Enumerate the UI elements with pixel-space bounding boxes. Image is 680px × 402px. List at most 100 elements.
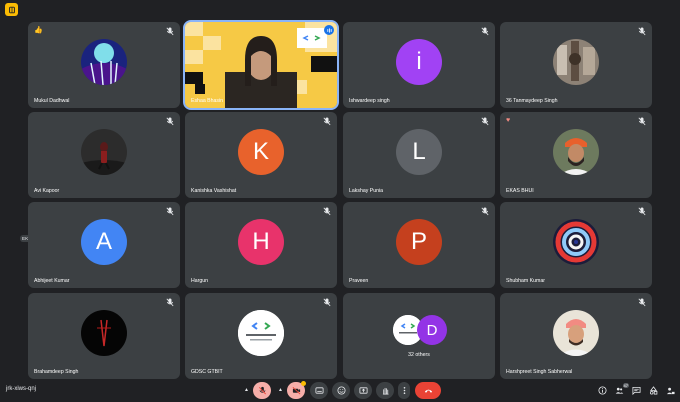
mic-off-icon — [638, 117, 646, 126]
mic-off-icon — [323, 298, 331, 307]
participant-name: Eshaa Bhasin — [191, 98, 224, 104]
avatar — [553, 39, 599, 85]
mic-off-icon — [638, 298, 646, 307]
participant-name: EKAS BHUI — [506, 188, 534, 194]
leave-call-button[interactable] — [415, 382, 441, 399]
avatar — [81, 310, 127, 356]
participant-name: GDSC GTBIT — [191, 369, 223, 375]
mic-off-icon — [258, 386, 266, 395]
avatar — [81, 39, 127, 85]
mic-off-icon — [166, 117, 174, 126]
participant-tile[interactable]: ♥ EKAS BHUI — [500, 112, 652, 198]
participant-tile[interactable]: P Praveen — [343, 202, 495, 288]
mic-off-icon — [166, 27, 174, 36]
lock-person-icon — [666, 387, 675, 395]
camera-toggle-button[interactable] — [287, 381, 306, 399]
participant-name: Hargun — [191, 278, 209, 284]
participant-name: Harshpreet Singh Sabherwal — [506, 369, 573, 375]
participant-name: Avi Kapoor — [34, 188, 60, 194]
participant-tile[interactable]: A Abhijeet Kumar — [28, 202, 180, 288]
mic-off-icon — [638, 27, 646, 36]
others-avatars: D — [393, 314, 453, 346]
hang-up-icon — [424, 389, 432, 393]
hand-icon — [382, 387, 389, 395]
present-icon — [358, 387, 368, 394]
participant-tile[interactable]: H Hargun — [185, 202, 337, 288]
participant-count-badge: 47 — [622, 383, 629, 388]
speaking-indicator-icon — [324, 25, 334, 35]
meeting-controls-bar: jrk-xiws-qnj ▲ ▲ 47 — [0, 380, 680, 402]
mic-off-icon — [481, 27, 489, 36]
shapes-icon — [649, 386, 658, 395]
chat-button[interactable] — [631, 385, 642, 396]
camera-alert-badge — [301, 381, 306, 386]
audio-options-chevron-icon[interactable]: ▲ — [244, 387, 249, 393]
participant-tile[interactable]: Harshpreet Singh Sabherwal — [500, 293, 652, 379]
avatar: A — [81, 219, 127, 265]
others-tile[interactable]: D 32 others — [343, 293, 495, 379]
participant-tile[interactable]: Avi Kapoor — [28, 112, 180, 198]
participant-name: Shubham Kumar — [506, 278, 545, 284]
present-screen-button[interactable] — [354, 382, 372, 399]
avatar — [553, 219, 599, 265]
people-icon — [615, 387, 624, 394]
activities-button[interactable] — [648, 385, 659, 396]
video-options-chevron-icon[interactable]: ▲ — [278, 387, 283, 393]
mic-off-icon — [481, 207, 489, 216]
meet-menu-button[interactable] — [5, 3, 18, 16]
camera-off-icon — [292, 387, 300, 395]
mic-off-icon — [166, 207, 174, 216]
participant-tile[interactable]: 👍 Mukul Dadhwal — [28, 22, 180, 108]
mic-off-icon — [638, 207, 646, 216]
participant-name: Ishwardeep singh — [349, 98, 390, 104]
others-count: 32 others — [408, 352, 430, 358]
mic-off-icon — [323, 207, 331, 216]
microphone-toggle-button[interactable] — [253, 382, 271, 399]
heart-reaction-icon: ♥ — [506, 117, 511, 124]
info-icon — [598, 386, 607, 395]
captions-button[interactable] — [310, 382, 328, 399]
avatar: L — [396, 129, 442, 175]
meeting-details-button[interactable] — [597, 385, 608, 396]
avatar — [553, 129, 599, 175]
avatar: D — [417, 315, 447, 345]
participant-name: Brahamdeep Singh — [34, 369, 79, 375]
app-logo-icon — [8, 6, 15, 13]
thumbs-up-reaction-icon: 👍 — [34, 27, 43, 34]
participant-tile[interactable]: 36 Tanmaydeep Singh — [500, 22, 652, 108]
more-options-button[interactable] — [398, 382, 410, 399]
raise-hand-button[interactable] — [376, 382, 394, 399]
mic-off-icon — [323, 117, 331, 126]
chat-icon — [632, 386, 641, 395]
participant-tile[interactable]: GDSC GTBIT — [185, 293, 337, 379]
participant-name: 36 Tanmaydeep Singh — [506, 98, 558, 104]
avatar: H — [238, 219, 284, 265]
participant-video — [185, 22, 337, 108]
avatar — [238, 310, 284, 356]
mic-off-icon — [166, 298, 174, 307]
participant-tile[interactable]: i Ishwardeep singh — [343, 22, 495, 108]
mic-off-icon — [481, 117, 489, 126]
participant-name: Lakshay Punia — [349, 188, 384, 194]
captions-icon — [314, 387, 324, 394]
host-controls-button[interactable] — [665, 385, 676, 396]
participant-tile[interactable]: Shubham Kumar — [500, 202, 652, 288]
participant-tile-speaking[interactable]: Eshaa Bhasin — [183, 20, 339, 110]
avatar: K — [238, 129, 284, 175]
participant-tile[interactable]: L Lakshay Punia — [343, 112, 495, 198]
participant-name: Mukul Dadhwal — [34, 98, 70, 104]
emoji-icon — [336, 386, 346, 395]
participant-name: Kanishka Vashishat — [191, 188, 237, 194]
avatar: i — [396, 39, 442, 85]
avatar: P — [396, 219, 442, 265]
avatar — [553, 310, 599, 356]
participant-name: Praveen — [349, 278, 369, 284]
reactions-button[interactable] — [332, 382, 350, 399]
people-button[interactable]: 47 — [614, 383, 629, 396]
participant-tile[interactable]: K Kanishka Vashishat — [185, 112, 337, 198]
meeting-code: jrk-xiws-qnj — [6, 386, 36, 392]
avatar — [81, 129, 127, 175]
participant-tile[interactable]: Brahamdeep Singh — [28, 293, 180, 379]
more-vert-icon — [403, 386, 405, 395]
participant-name: Abhijeet Kumar — [34, 278, 70, 284]
